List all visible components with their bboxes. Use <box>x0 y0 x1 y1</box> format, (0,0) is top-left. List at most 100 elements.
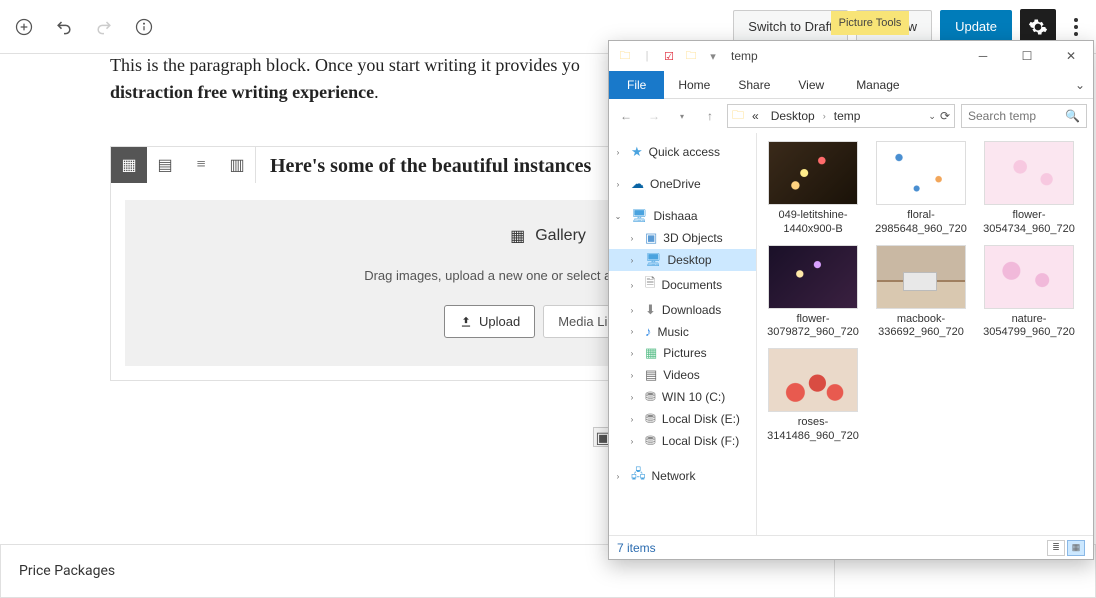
ribbon-toggle-icon[interactable]: ⌄ <box>1075 78 1085 92</box>
file-name: roses-3141486_960_720 <box>763 416 863 444</box>
file-item[interactable]: macbook-336692_960_720 <box>871 245 971 341</box>
expand-icon[interactable]: ⌄ <box>613 212 623 221</box>
tree-item[interactable]: ›⬇Downloads <box>609 299 756 321</box>
tree-item[interactable]: › 🖥 Desktop <box>609 249 756 271</box>
breadcrumb[interactable]: Desktop <box>767 109 819 123</box>
undo-button[interactable] <box>48 11 80 43</box>
search-input[interactable] <box>968 109 1065 123</box>
expand-icon[interactable]: › <box>627 234 637 243</box>
expand-icon[interactable]: › <box>627 437 637 446</box>
expand-icon[interactable]: › <box>627 415 637 424</box>
file-name: 049-letitshine-1440x900-B <box>763 209 863 237</box>
tree-item[interactable]: ›♪Music <box>609 321 756 342</box>
align-center-button[interactable]: ≡ <box>183 147 219 183</box>
tab-share[interactable]: Share <box>724 72 784 98</box>
tree-item-label: Music <box>658 325 689 339</box>
tree-item[interactable]: ›▣3D Objects <box>609 227 756 249</box>
expand-icon[interactable]: › <box>613 180 623 189</box>
tree-item[interactable]: ›☁OneDrive <box>609 173 756 195</box>
tree-item[interactable]: ›⛃Local Disk (F:) <box>609 430 756 452</box>
close-button[interactable]: ✕ <box>1049 41 1093 71</box>
update-button[interactable]: Update <box>940 10 1012 43</box>
breadcrumb-pre: « <box>748 109 763 123</box>
nav-back-button[interactable]: ← <box>615 105 637 127</box>
gallery-block-icon[interactable]: ▦ <box>111 147 147 183</box>
tree-item[interactable]: › 🗎 Documents <box>609 271 756 299</box>
file-grid[interactable]: 049-letitshine-1440x900-B floral-2985648_… <box>757 133 1093 535</box>
expand-icon[interactable]: › <box>613 472 623 481</box>
tree-item[interactable]: ›★Quick access <box>609 141 756 163</box>
file-item[interactable]: 049-letitshine-1440x900-B <box>763 141 863 237</box>
tab-home[interactable]: Home <box>664 72 724 98</box>
file-item[interactable]: flower-3054734_960_720 <box>979 141 1079 237</box>
nav-forward-button[interactable]: → <box>643 105 665 127</box>
tree-item-icon: 🖥 <box>645 252 662 268</box>
info-button[interactable] <box>128 11 160 43</box>
tab-view[interactable]: View <box>784 72 838 98</box>
tree-item-icon: 🗎 <box>645 274 655 296</box>
ribbon-tabs: File Home Share View Manage ⌄ <box>609 71 1093 99</box>
file-item[interactable]: floral-2985648_960_720 <box>871 141 971 237</box>
file-thumbnail <box>876 245 966 309</box>
tree-item-label: Local Disk (E:) <box>662 412 740 426</box>
file-item[interactable]: roses-3141486_960_720 <box>763 348 863 444</box>
align-right-button[interactable]: ▥ <box>219 147 255 183</box>
dropdown-icon[interactable]: ▾ <box>703 46 723 66</box>
details-view-icon[interactable]: ≣ <box>1047 540 1065 556</box>
redo-button[interactable] <box>88 11 120 43</box>
add-block-button[interactable] <box>8 11 40 43</box>
tree-item-label: 3D Objects <box>663 231 722 245</box>
breadcrumb[interactable]: temp <box>830 109 865 123</box>
tree-item-label: Documents <box>661 278 722 292</box>
align-left-button[interactable]: ▤ <box>147 147 183 183</box>
tree-item-label: WIN 10 (C:) <box>662 390 725 404</box>
tree-item[interactable]: ›▦Pictures <box>609 342 756 364</box>
expand-icon[interactable]: › <box>627 306 637 315</box>
refresh-icon[interactable]: ⟳ <box>940 109 950 123</box>
tree-item-label: Network <box>652 469 696 483</box>
tree-item-icon: ▤ <box>645 367 657 383</box>
navigation-tree[interactable]: ›★Quick access›☁OneDrive⌄🖥Dishaaa›▣3D Ob… <box>609 133 757 535</box>
tree-item-label: Desktop <box>668 253 712 267</box>
tree-item-label: Videos <box>663 368 699 382</box>
file-item[interactable]: nature-3054799_960_720 <box>979 245 1079 341</box>
explorer-titlebar[interactable]: 🗀 | ☑ 🗀 ▾ temp Picture Tools ─ ☐ ✕ <box>609 41 1093 71</box>
address-dropdown-icon[interactable]: ⌄ <box>928 111 936 122</box>
tree-item[interactable]: › ▤ Videos <box>609 364 756 386</box>
file-item[interactable]: flower-3079872_960_720 <box>763 245 863 341</box>
tree-item-label: Downloads <box>662 303 721 317</box>
file-name: floral-2985648_960_720 <box>871 209 971 237</box>
expand-icon[interactable]: › <box>627 327 637 336</box>
expand-icon[interactable]: › <box>627 371 637 380</box>
maximize-button[interactable]: ☐ <box>1005 41 1049 71</box>
tab-file[interactable]: File <box>609 71 664 99</box>
expand-icon[interactable]: › <box>613 148 623 157</box>
nav-up-button[interactable]: ↑ <box>699 105 721 127</box>
upload-label: Upload <box>479 314 520 329</box>
expand-icon[interactable]: › <box>627 281 637 290</box>
upload-button[interactable]: Upload <box>444 305 535 338</box>
tree-item[interactable]: ›🖧Network <box>609 462 756 490</box>
file-thumbnail <box>768 141 858 205</box>
paragraph-text: This is the paragraph block. Once you st… <box>110 55 580 75</box>
tree-item[interactable]: › ⛃ WIN 10 (C:) <box>609 386 756 408</box>
expand-icon[interactable]: › <box>627 393 637 402</box>
expand-icon[interactable]: › <box>627 256 637 265</box>
search-box[interactable]: 🔍 <box>961 104 1087 128</box>
address-bar[interactable]: 🗀 « Desktop › temp ⌄ ⟳ <box>727 104 955 128</box>
tree-item-label: Dishaaa <box>654 209 698 223</box>
expand-icon[interactable]: › <box>627 349 637 358</box>
tree-item-icon: ☁ <box>631 176 644 192</box>
file-name: nature-3054799_960_720 <box>979 313 1079 341</box>
thumbnails-view-icon[interactable]: ▦ <box>1067 540 1085 556</box>
tree-item[interactable]: ›⛃Local Disk (E:) <box>609 408 756 430</box>
tree-item-icon: ▦ <box>645 345 657 361</box>
minimize-button[interactable]: ─ <box>961 41 1005 71</box>
tree-item-label: Local Disk (F:) <box>662 434 739 448</box>
folder-icon[interactable]: 🗀 <box>681 46 701 66</box>
tree-item-icon: ⛃ <box>645 389 656 405</box>
tree-item[interactable]: ⌄🖥Dishaaa <box>609 205 756 227</box>
nav-recent-dropdown[interactable]: ▾ <box>671 105 693 127</box>
properties-icon[interactable]: ☑ <box>659 46 679 66</box>
tab-manage[interactable]: Manage <box>842 72 913 98</box>
